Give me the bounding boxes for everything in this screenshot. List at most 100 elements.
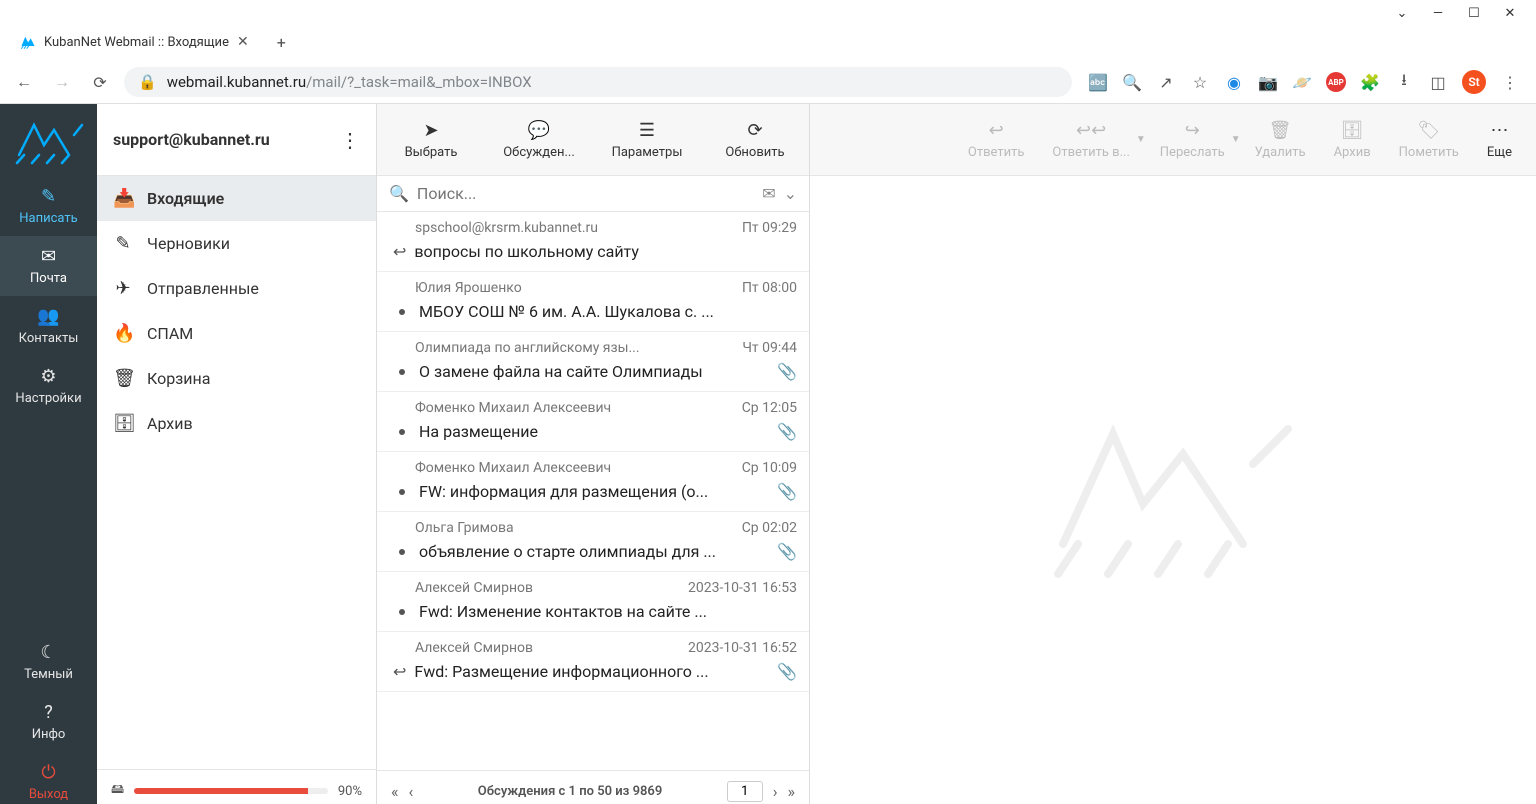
nav-settings[interactable]: ⚙ Настройки [0, 356, 97, 416]
pager-row: « ‹ Обсуждения с 1 по 50 из 9869 › » [377, 770, 809, 804]
message-subject: FW: информация для размещения (о... [419, 482, 769, 501]
compose-icon: ✎ [41, 186, 56, 207]
window-close-icon[interactable]: ✕ [1502, 6, 1518, 21]
abp-icon[interactable]: ABP [1326, 72, 1346, 92]
url-bar[interactable]: 🔒 webmail.kubannet.ru/mail/?_task=mail&_… [124, 67, 1072, 97]
message-item[interactable]: Фоменко Михаил АлексеевичСр 12:05 На раз… [377, 392, 809, 452]
forward-chevron-icon[interactable]: ▼ [1231, 134, 1241, 145]
extensions-icon[interactable]: 🧩 [1360, 72, 1380, 92]
toolbar-refresh[interactable]: ⟳ Обновить [701, 114, 809, 166]
unread-dot-icon [399, 609, 405, 615]
preview-forward-label: Переслать [1160, 145, 1225, 160]
message-item[interactable]: Алексей Смирнов2023-10-31 16:52 ↩Fwd: Ра… [377, 632, 809, 692]
toolbar-select[interactable]: ➤ Выбрать [377, 114, 485, 166]
folder-label: СПАМ [147, 324, 193, 343]
preview-forward[interactable]: ↪ Переслать [1146, 114, 1239, 166]
preview-more[interactable]: ⋯ Еще [1473, 114, 1526, 166]
url-bar-row: ← → ⟳ 🔒 webmail.kubannet.ru/mail/?_task=… [0, 61, 1536, 103]
share-icon[interactable]: ↗ [1156, 72, 1176, 92]
pager-last[interactable]: » [788, 782, 796, 801]
preview-reply[interactable]: ↩ Ответить [954, 114, 1039, 166]
pager-page-input[interactable] [727, 781, 763, 802]
search-row: 🔍 ✉ ⌄ [377, 176, 809, 212]
toolbar-select-label: Выбрать [405, 145, 458, 160]
bookmark-icon[interactable]: ☆ [1190, 72, 1210, 92]
message-list[interactable]: spschool@krsrm.kubannet.ruПт 09:29 ↩вопр… [377, 212, 809, 770]
account-menu-icon[interactable]: ⋮ [340, 128, 360, 152]
message-item[interactable]: spschool@krsrm.kubannet.ruПт 09:29 ↩вопр… [377, 212, 809, 272]
folder-item-trash[interactable]: 🗑Корзина [97, 356, 376, 401]
preview-archive[interactable]: 🗄 Архив [1320, 114, 1385, 166]
message-from: Алексей Смирнов [415, 580, 533, 596]
pager-prev[interactable]: ‹ [409, 782, 414, 801]
chrome-menu-icon[interactable]: ⋮ [1500, 72, 1520, 92]
message-date: 2023-10-31 16:52 [688, 640, 797, 656]
pager-first[interactable]: « [391, 782, 399, 801]
profile-avatar[interactable]: St [1462, 70, 1486, 94]
toolbar-options-label: Параметры [612, 145, 683, 160]
nav-mail[interactable]: ✉ Почта [0, 236, 97, 296]
tab-close-icon[interactable]: ✕ [237, 34, 249, 50]
camera-icon[interactable]: 📷 [1258, 72, 1278, 92]
folder-label: Архив [147, 414, 193, 433]
toolbar-threads-label: Обсужден... [503, 145, 575, 160]
toolbar-threads[interactable]: 💬 Обсужден... [485, 114, 593, 166]
quota-bar [134, 788, 328, 794]
new-tab-button[interactable]: + [269, 29, 294, 56]
window-minimize-icon[interactable]: — [1430, 6, 1446, 21]
forward-button[interactable]: → [48, 68, 76, 96]
sliders-icon: ☰ [639, 120, 655, 141]
message-item[interactable]: Алексей Смирнов2023-10-31 16:53 Fwd: Изм… [377, 572, 809, 632]
nav-contacts[interactable]: 👥 Контакты [0, 296, 97, 356]
window-maximize-icon[interactable]: ☐ [1466, 6, 1482, 21]
nav-dark[interactable]: ☾ Темный [0, 632, 97, 692]
folder-item-paper-plane[interactable]: ✈Отправленные [97, 266, 376, 311]
reply-arrow-icon: ↩ [393, 242, 406, 261]
nav-exit[interactable]: ⏻ Выход [0, 752, 97, 804]
folder-list: 📥Входящие✎Черновики✈Отправленные🔥СПАМ🗑Ко… [97, 176, 376, 769]
folder-item-archive[interactable]: 🗄Архив [97, 401, 376, 446]
download-icon[interactable]: ⭳ [1394, 72, 1414, 92]
search-input[interactable] [417, 184, 754, 203]
folder-column: support@kubannet.ru ⋮ 📥Входящие✎Черновик… [97, 104, 377, 804]
preview-delete[interactable]: 🗑 Удалить [1241, 114, 1320, 166]
message-item[interactable]: Юлия ЯрошенкоПт 08:00 МБОУ СОШ № 6 им. А… [377, 272, 809, 332]
toolbar-options[interactable]: ☰ Параметры [593, 114, 701, 166]
message-item[interactable]: Олимпиада по английскому язы...Чт 09:44 … [377, 332, 809, 392]
browser-tab[interactable]: KubanNet Webmail :: Входящие ✕ [8, 28, 261, 56]
more-icon: ⋯ [1490, 120, 1508, 141]
preview-reply-all[interactable]: ↩↩ Ответить в... [1038, 114, 1143, 166]
message-item[interactable]: Фоменко Михаил АлексеевичСр 10:09 FW: ин… [377, 452, 809, 512]
sidepanel-icon[interactable]: ◫ [1428, 72, 1448, 92]
back-button[interactable]: ← [10, 68, 38, 96]
reply-arrow-icon: ↩ [393, 662, 406, 681]
app-logo[interactable] [0, 104, 97, 176]
nav-mail-label: Почта [30, 271, 67, 286]
folder-item-inbox[interactable]: 📥Входящие [97, 176, 376, 221]
webmail-app: ✎ Написать ✉ Почта 👥 Контакты ⚙ Настройк… [0, 104, 1536, 804]
message-item[interactable]: Ольга ГримоваСр 02:02 объявление о старт… [377, 512, 809, 572]
tag-icon: 🏷 [1417, 120, 1440, 141]
search-scope-icon[interactable]: ✉ [762, 184, 775, 203]
reply-all-chevron-icon[interactable]: ▼ [1136, 134, 1146, 145]
pager-next[interactable]: › [773, 782, 778, 801]
quota-fill [134, 788, 308, 794]
reload-button[interactable]: ⟳ [86, 68, 114, 96]
comments-icon: 💬 [528, 120, 550, 141]
ext-1-icon[interactable]: ◉ [1224, 72, 1244, 92]
question-icon: ? [44, 702, 53, 723]
ext-2-icon[interactable]: 🪐 [1292, 72, 1312, 92]
preview-mark[interactable]: 🏷 Пометить [1385, 114, 1473, 166]
left-nav: ✎ Написать ✉ Почта 👥 Контакты ⚙ Настройк… [0, 104, 97, 804]
nav-info[interactable]: ? Инфо [0, 692, 97, 752]
message-date: Пт 09:29 [742, 220, 797, 236]
zoom-icon[interactable]: 🔍 [1122, 72, 1142, 92]
folder-item-fire[interactable]: 🔥СПАМ [97, 311, 376, 356]
search-chevron-icon[interactable]: ⌄ [784, 184, 797, 203]
translate-icon[interactable]: 🔤 [1088, 72, 1108, 92]
window-dropdown-icon[interactable]: ⌄ [1394, 6, 1410, 21]
message-date: Чт 09:44 [742, 340, 797, 356]
watermark-logo-icon [1043, 404, 1303, 584]
folder-item-pencil[interactable]: ✎Черновики [97, 221, 376, 266]
nav-compose[interactable]: ✎ Написать [0, 176, 97, 236]
